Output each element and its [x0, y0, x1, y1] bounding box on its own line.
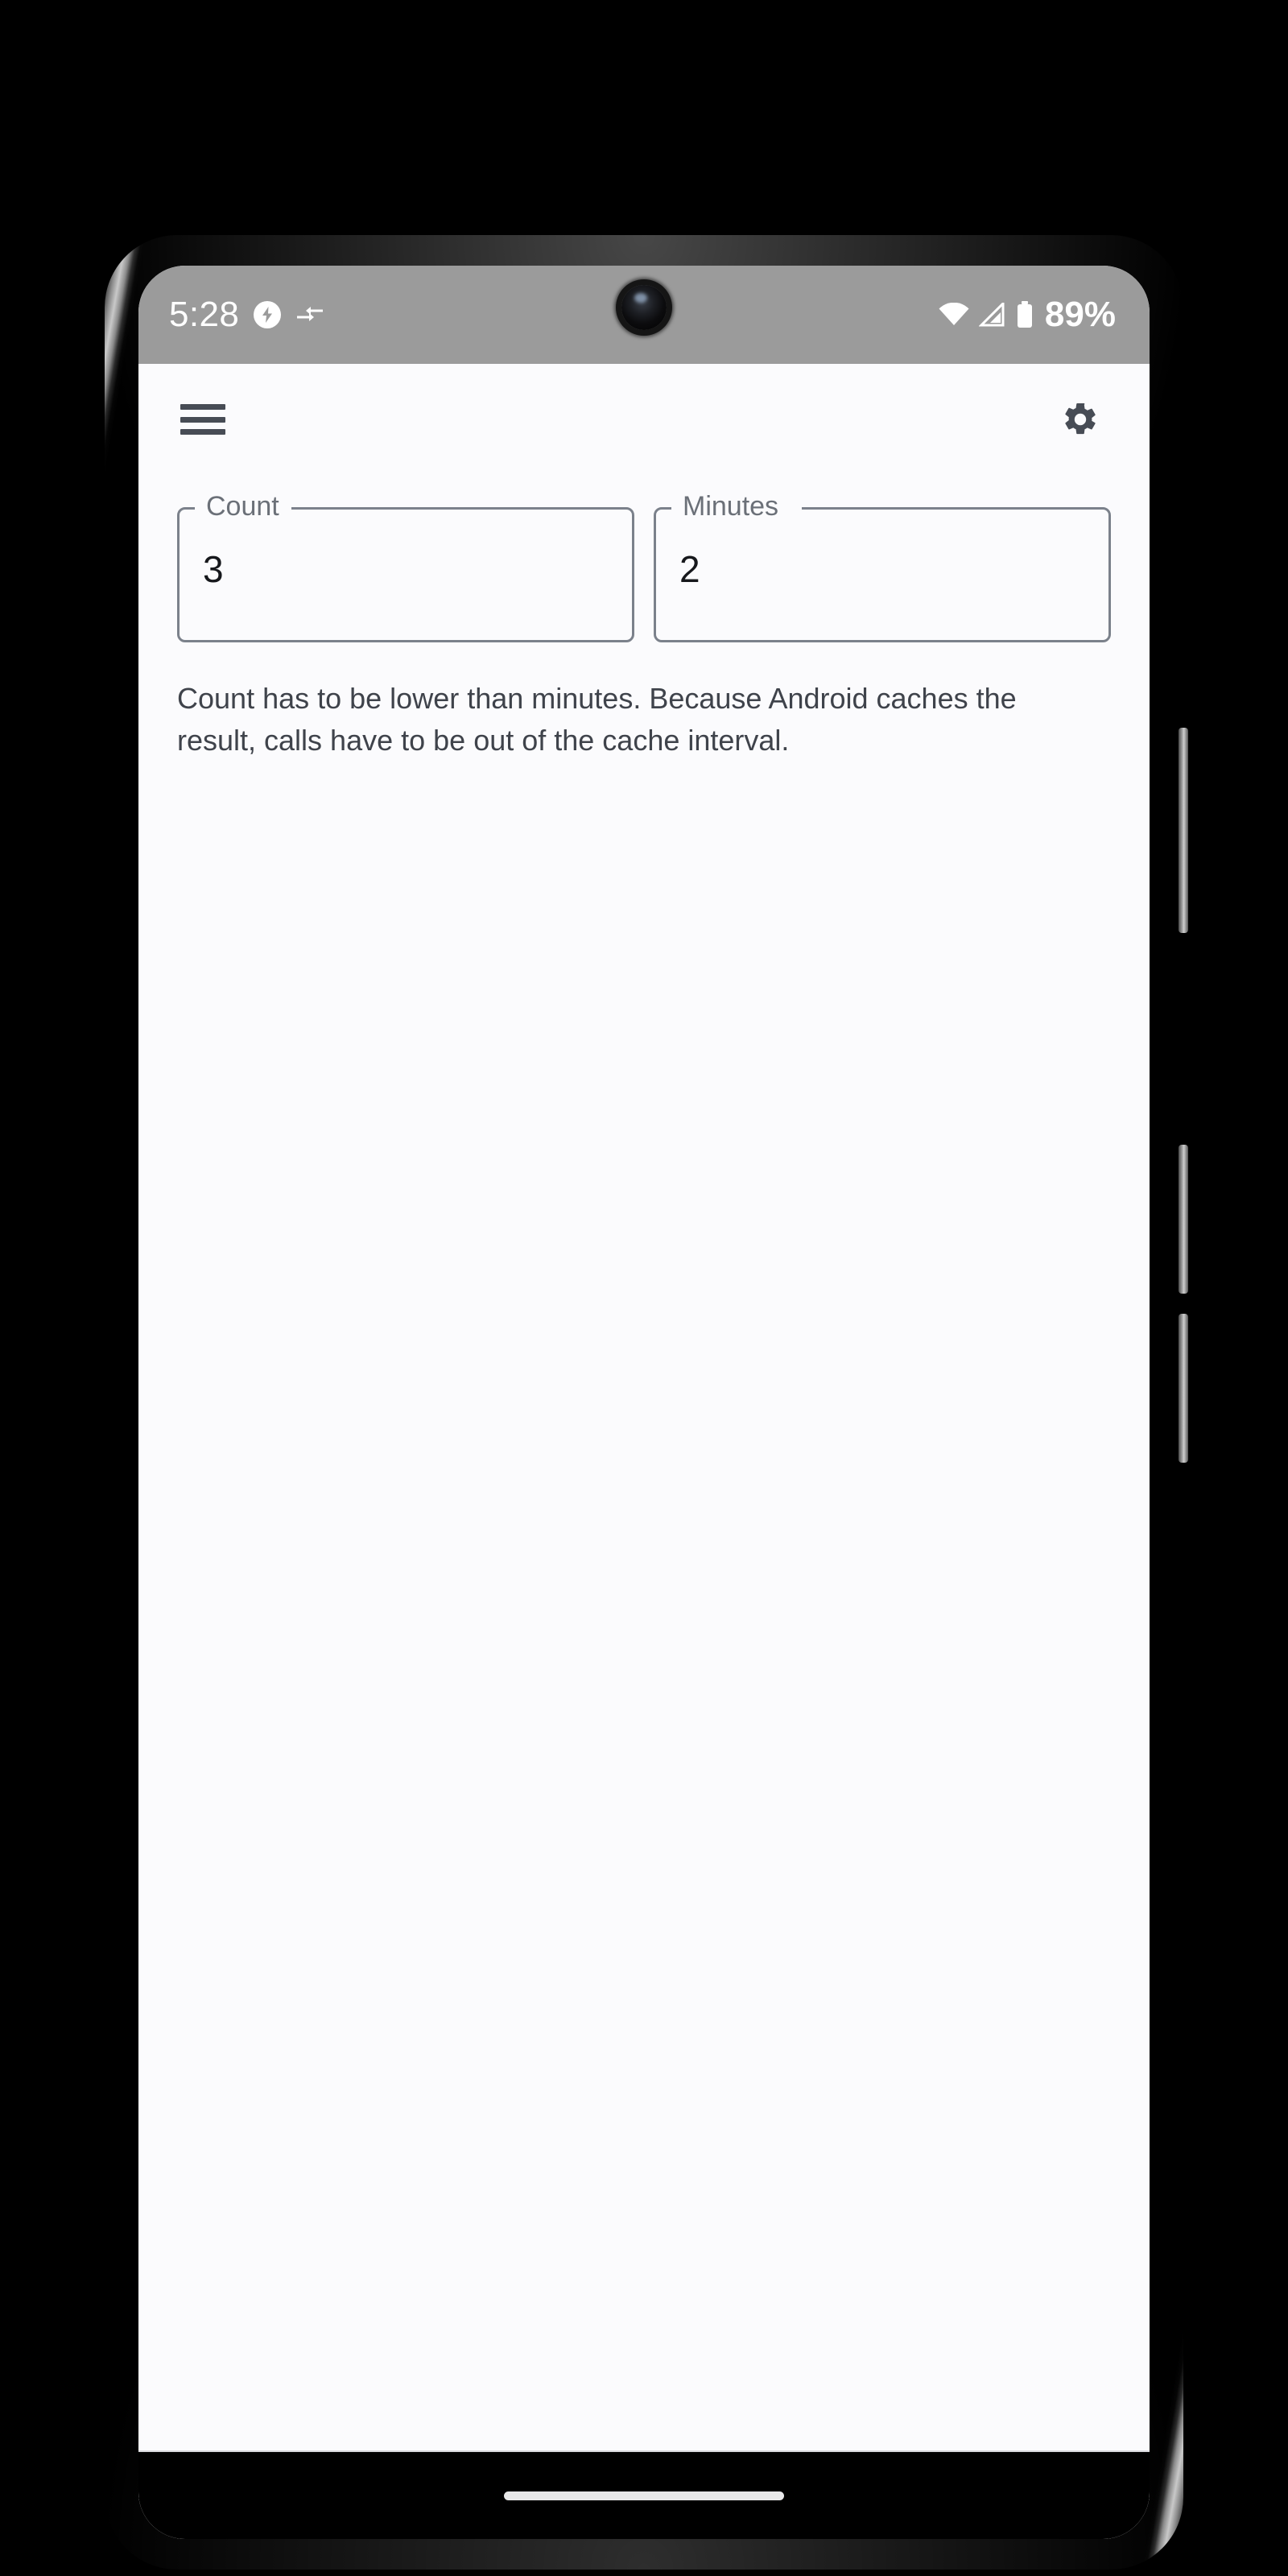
minutes-field-value[interactable]: 2 — [679, 549, 700, 590]
gear-icon — [1061, 400, 1100, 439]
app-content: Count 3 Minutes 2 Count has to be lower … — [138, 364, 1150, 2539]
charging-bolt-icon — [254, 301, 282, 328]
system-navigation-bar — [138, 2450, 1150, 2539]
helper-text: Count has to be lower than minutes. Beca… — [177, 682, 1017, 757]
cellular-signal-icon — [978, 300, 1006, 327]
status-bar-left-group: 5:28 — [169, 297, 324, 332]
app-bar — [138, 364, 1150, 475]
phone-screen: 5:28 89% Count 3 Minutes 2 Count has to … — [138, 266, 1150, 2539]
front-camera-punch-hole — [621, 285, 667, 330]
battery-percentage-label: 89% — [1044, 295, 1116, 334]
hamburger-menu-button[interactable] — [180, 404, 225, 435]
power-button[interactable] — [1179, 728, 1188, 933]
minutes-field-outline — [654, 507, 1111, 642]
volume-up-button[interactable] — [1179, 1145, 1188, 1294]
battery-icon — [1016, 301, 1034, 328]
home-gesture-indicator[interactable] — [504, 2491, 784, 2500]
count-field-label: Count — [200, 490, 286, 522]
count-field-outline — [177, 507, 634, 642]
data-transfer-icon — [295, 304, 324, 325]
status-bar-right-group: 89% — [939, 297, 1116, 332]
minutes-field-label: Minutes — [676, 490, 786, 522]
count-text-field[interactable]: Count 3 — [177, 490, 634, 642]
status-bar: 5:28 89% — [138, 266, 1150, 364]
form-fields-row: Count 3 Minutes 2 — [138, 490, 1150, 642]
count-field-value[interactable]: 3 — [203, 549, 224, 590]
volume-down-button[interactable] — [1179, 1314, 1188, 1463]
phone-device-frame: 5:28 89% Count 3 Minutes 2 Count has to … — [105, 235, 1188, 2570]
minutes-text-field[interactable]: Minutes 2 — [654, 490, 1111, 642]
hamburger-menu-icon — [180, 404, 225, 435]
status-bar-clock: 5:28 — [169, 295, 240, 334]
settings-button[interactable] — [1061, 400, 1100, 439]
screenshot-root: 5:28 89% Count 3 Minutes 2 Count has to … — [0, 0, 1288, 2576]
wifi-icon — [939, 302, 969, 327]
